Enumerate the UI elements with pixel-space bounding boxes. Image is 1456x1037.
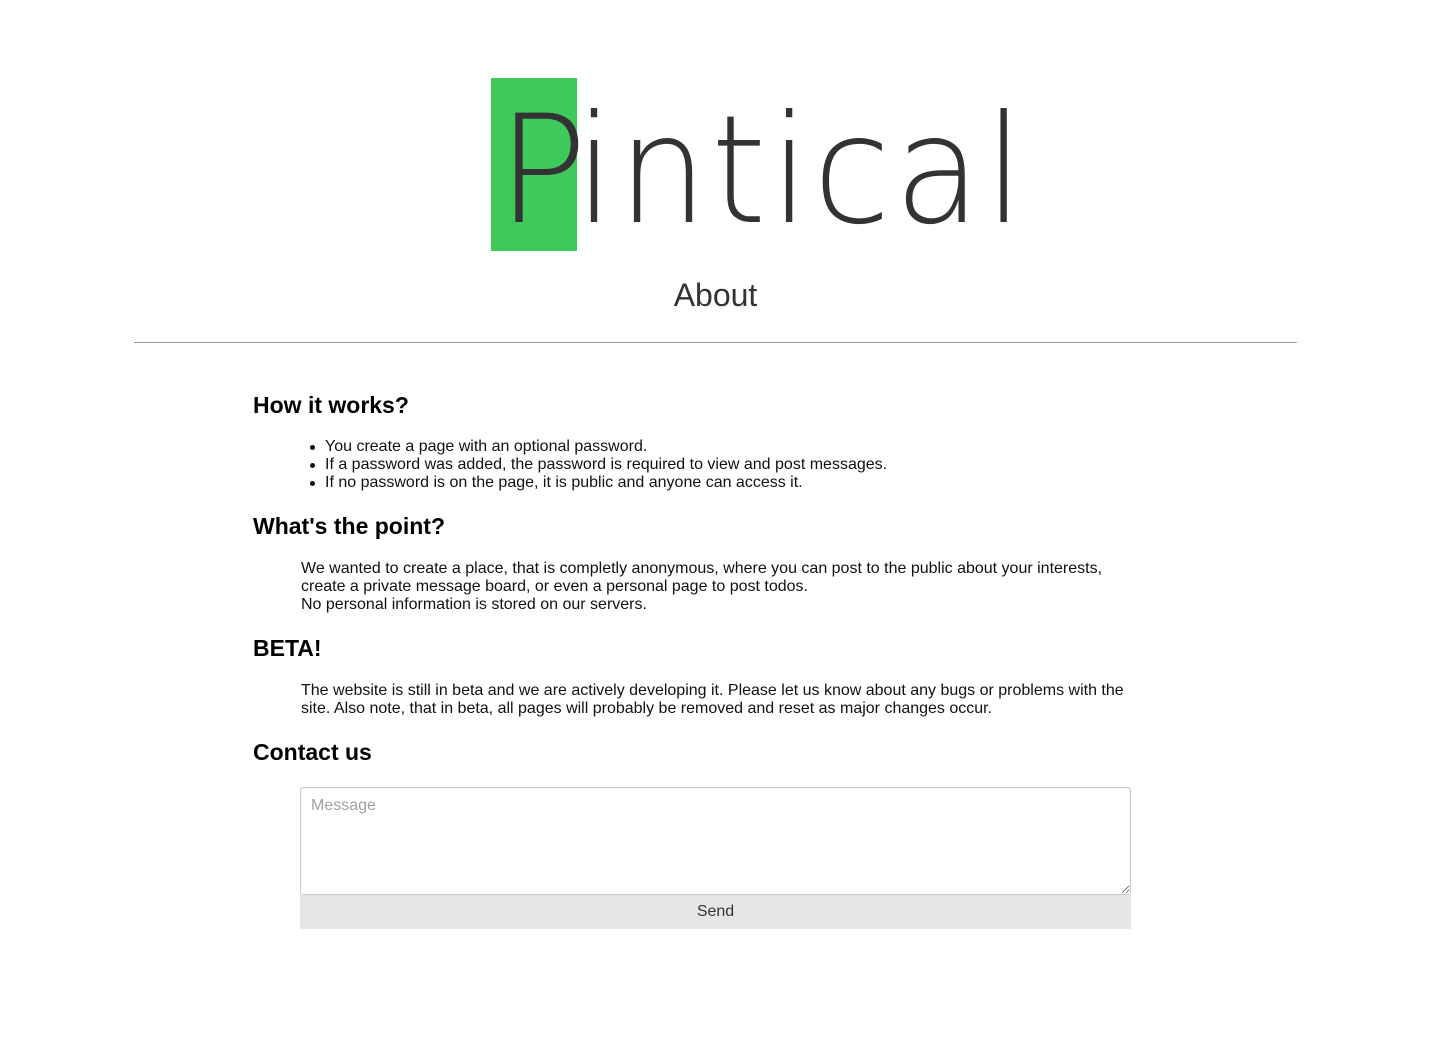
send-button[interactable]: Send xyxy=(300,895,1131,929)
how-it-works-list: You create a page with an optional passw… xyxy=(309,438,888,492)
paragraph-line: site. Also note, that in beta, all pages… xyxy=(301,700,993,717)
logo-wordmark-rest: intical xyxy=(575,84,1028,258)
paragraph-line: No personal information is stored on our… xyxy=(301,596,647,613)
page-title: About xyxy=(673,277,758,313)
whats-the-point-heading: What's the point? xyxy=(253,513,445,539)
paragraph-line: The website is still in beta and we are … xyxy=(301,682,1124,699)
list-item: If a password was added, the password is… xyxy=(309,456,888,473)
how-it-works-heading: How it works? xyxy=(253,392,409,418)
whats-the-point-text: We wanted to create a place, that is com… xyxy=(301,560,1141,614)
contact-us-heading: Contact us xyxy=(253,739,372,765)
paragraph-line: create a private message board, or even … xyxy=(301,578,808,595)
list-item: If no password is on the page, it is pub… xyxy=(309,474,887,492)
logo-accent-block: P xyxy=(491,78,587,251)
site-logo[interactable]: P intical xyxy=(491,78,1056,251)
paragraph-line: We wanted to create a place, that is com… xyxy=(301,560,1103,577)
beta-text: The website is still in beta and we are … xyxy=(301,682,1141,718)
beta-heading: BETA! xyxy=(253,635,322,661)
message-input[interactable] xyxy=(300,787,1131,895)
header-divider xyxy=(134,342,1297,343)
list-item: You create a page with an optional passw… xyxy=(309,438,887,456)
